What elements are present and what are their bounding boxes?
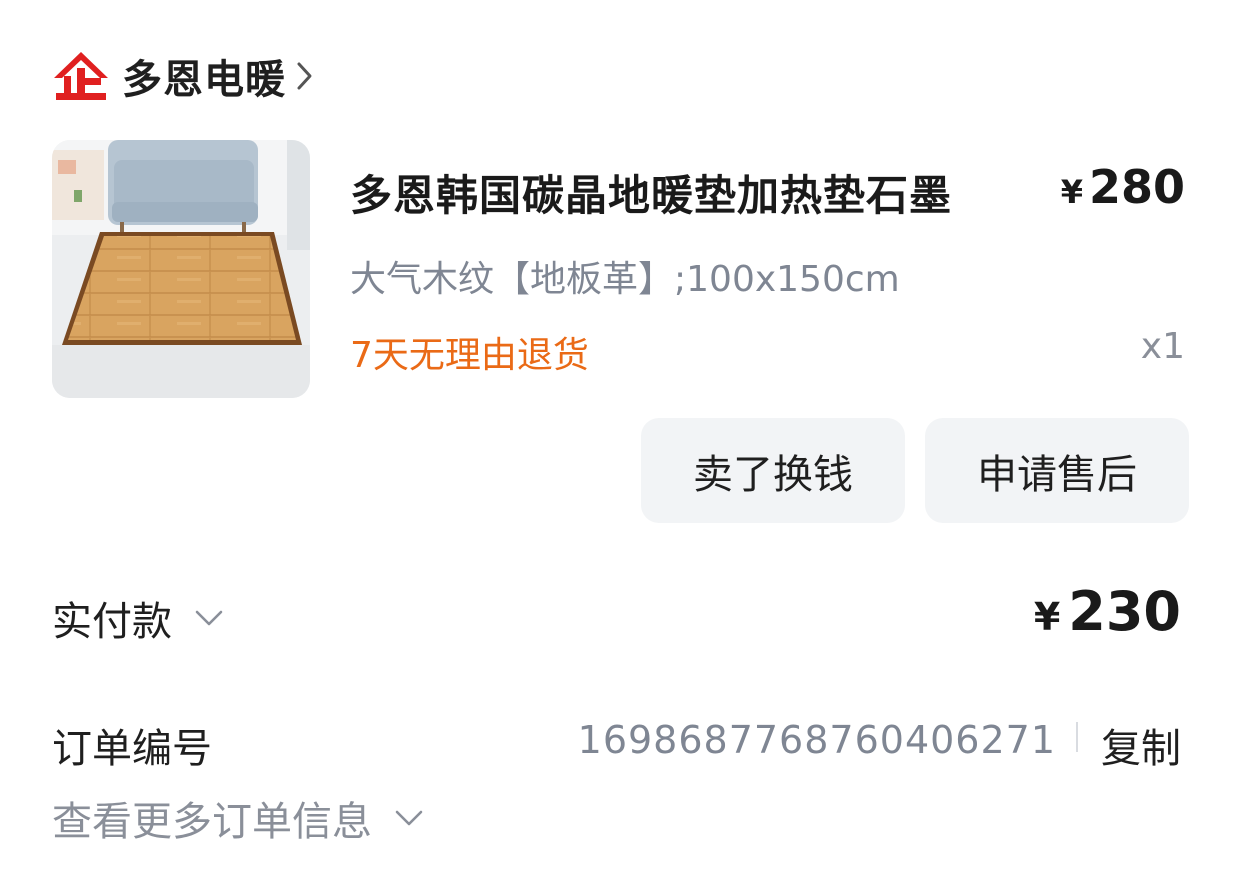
return-policy-label: 7天无理由退货 (350, 335, 589, 376)
product-thumbnail[interactable] (52, 140, 310, 398)
paid-amount: ¥230 (1034, 580, 1181, 643)
product-title[interactable]: 多恩韩国碳晶地暖垫加热垫石墨 (350, 162, 952, 223)
store-header[interactable]: 多恩电暖 (52, 46, 316, 106)
chevron-down-icon (195, 610, 223, 626)
chevron-right-icon (297, 62, 312, 90)
order-number-label: 订单编号 (52, 726, 212, 772)
sell-button[interactable]: 卖了换钱 (641, 418, 905, 523)
aftersale-button[interactable]: 申请售后 (925, 418, 1189, 523)
more-order-info-label: 查看更多订单信息 (52, 799, 372, 845)
currency-symbol: ¥ (1033, 595, 1061, 639)
store-name: 多恩电暖 (122, 57, 286, 103)
enterprise-logo-icon (54, 52, 108, 100)
product-image (52, 140, 310, 398)
copy-order-number-button[interactable]: 复制 (1101, 716, 1181, 774)
paid-amount-toggle[interactable]: 实付款 (52, 588, 224, 648)
product-quantity: x1 (1140, 326, 1185, 367)
currency-symbol: ¥ (1060, 173, 1083, 211)
more-order-info-toggle[interactable]: 查看更多订单信息 (52, 790, 424, 846)
order-number-value: 1698687768760406271 (577, 718, 1056, 762)
paid-label: 实付款 (52, 599, 172, 645)
chevron-down-icon (395, 810, 423, 826)
paid-amount-value: 230 (1068, 580, 1181, 643)
divider (1076, 722, 1078, 752)
product-spec: 大气木纹【地板革】;100x150cm (350, 259, 900, 300)
product-price: ¥280 (1061, 160, 1185, 214)
price-value: 280 (1088, 160, 1185, 214)
